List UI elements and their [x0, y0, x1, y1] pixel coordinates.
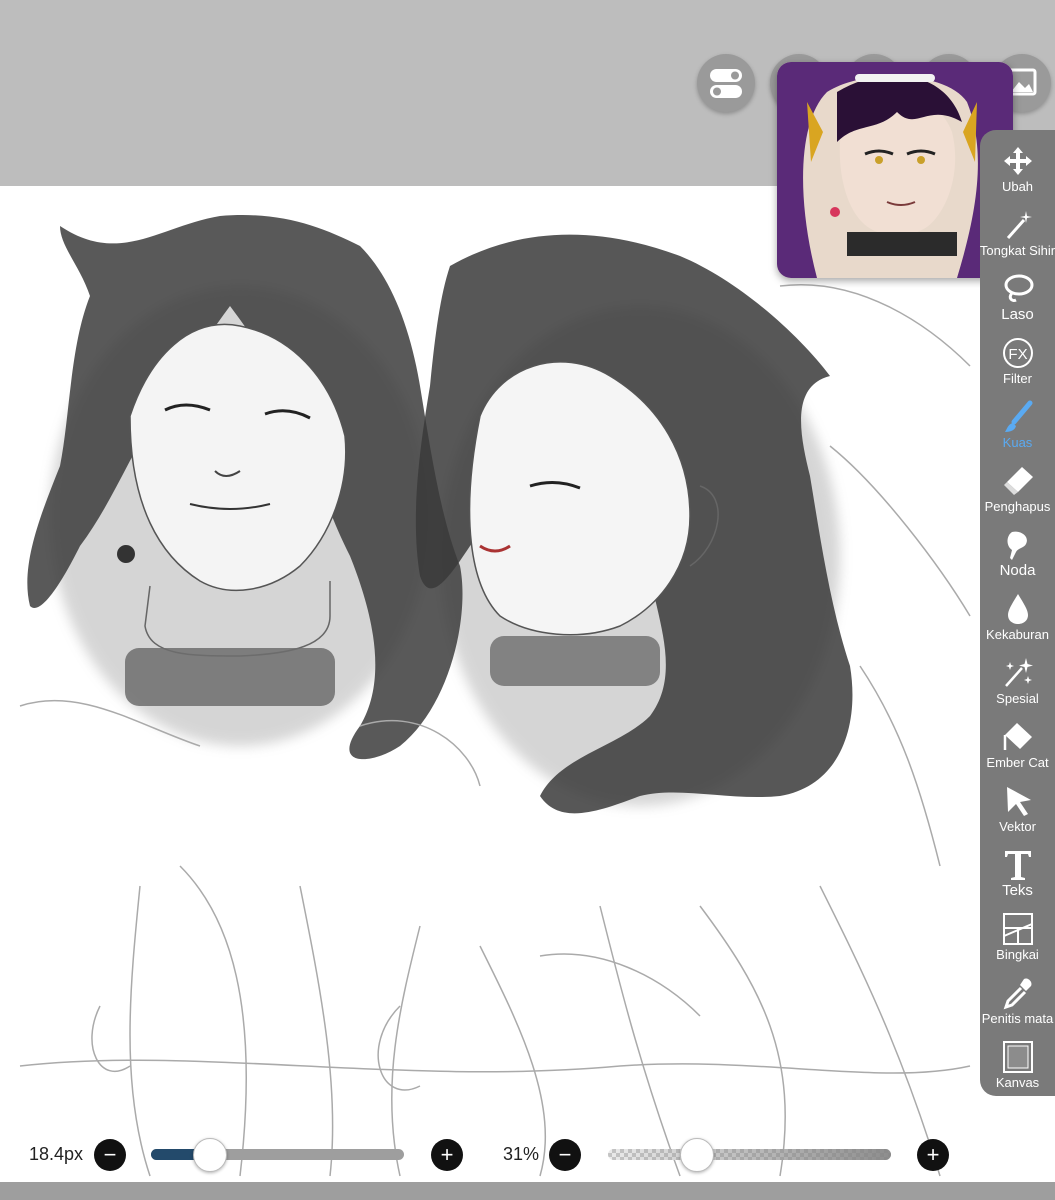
magic-wand-icon	[1006, 211, 1032, 239]
fx-icon: FX	[1003, 338, 1033, 368]
paint-bucket-icon	[1003, 723, 1032, 750]
tool-label: Spesial	[996, 691, 1039, 706]
tool-lasso[interactable]: Laso	[980, 270, 1055, 332]
svg-text:FX: FX	[1008, 346, 1027, 363]
droplet-icon	[1008, 594, 1028, 624]
eraser-icon	[1004, 467, 1033, 495]
cursor-arrow-icon	[1007, 787, 1031, 816]
bottom-strip	[0, 1182, 1055, 1200]
tool-magic-wand[interactable]: Tongkat Sihir	[980, 206, 1055, 268]
eyedropper-icon	[1003, 978, 1032, 1010]
tool-label: Tongkat Sihir	[979, 243, 1055, 258]
reference-window-handle[interactable]	[855, 74, 935, 82]
move-arrows-icon	[1004, 147, 1032, 175]
brush-icon	[1005, 400, 1033, 432]
opacity-value: 31%	[503, 1144, 540, 1164]
tool-canvas[interactable]: Kanvas	[980, 1038, 1055, 1100]
tool-smudge[interactable]: Noda	[980, 526, 1055, 588]
tool-special[interactable]: Spesial	[980, 654, 1055, 716]
tool-transform[interactable]: Ubah	[980, 142, 1055, 204]
smudge-icon	[1007, 531, 1027, 560]
brush-size-plus-button[interactable]: +	[431, 1139, 463, 1171]
tool-blur[interactable]: Kekaburan	[980, 590, 1055, 652]
tool-label: Ubah	[1001, 179, 1034, 194]
brush-size-minus-button[interactable]: −	[94, 1139, 126, 1171]
tool-label: Penitis mata	[981, 1011, 1054, 1026]
tool-label: Kuas	[1002, 435, 1033, 450]
tool-label: Filter	[1003, 371, 1032, 386]
settings-toggle-button[interactable]	[697, 54, 755, 112]
opacity-slider[interactable]	[608, 1149, 891, 1160]
tool-label: Bingkai	[996, 947, 1039, 962]
brush-size-value: 18.4px	[29, 1144, 84, 1164]
tool-bucket[interactable]: Ember Cat	[980, 718, 1055, 780]
brush-size-slider[interactable]	[151, 1149, 404, 1160]
frame-icon	[1003, 913, 1033, 945]
tool-eraser[interactable]: Penghapus	[980, 462, 1055, 524]
tool-label: Laso	[1001, 307, 1034, 323]
opacity-thumb[interactable]	[679, 1138, 714, 1172]
opacity-plus-button[interactable]: +	[917, 1139, 949, 1171]
tool-frame[interactable]: Bingkai	[980, 910, 1055, 972]
opacity-gradient	[608, 1149, 891, 1160]
toggle-switch-icon	[710, 69, 742, 98]
tool-eyedropper[interactable]: Penitis mata	[980, 974, 1055, 1036]
canvas-icon	[1003, 1041, 1033, 1073]
sketch-artwork	[19, 215, 971, 1177]
tool-label: Penghapus	[984, 499, 1051, 514]
tool-brush[interactable]: Kuas	[980, 398, 1055, 460]
tool-filter[interactable]: FX Filter	[980, 334, 1055, 396]
tool-label: Noda	[999, 563, 1036, 579]
brush-size-thumb[interactable]	[193, 1138, 228, 1172]
tool-label: Teks	[1002, 883, 1033, 899]
drawing-canvas[interactable]	[0, 186, 1055, 1182]
tool-label: Ember Cat	[986, 755, 1049, 770]
tool-label: Kanvas	[995, 1075, 1040, 1090]
lasso-icon	[1004, 274, 1034, 302]
tool-vector[interactable]: Vektor	[980, 782, 1055, 844]
opacity-minus-button[interactable]: −	[549, 1139, 581, 1171]
tool-text[interactable]: Teks	[980, 846, 1055, 908]
tool-label: Kekaburan	[986, 627, 1049, 642]
sparkle-icon	[1005, 658, 1033, 687]
text-t-icon	[1005, 851, 1031, 880]
toolbox: Ubah Tongkat Sihir Laso FX Filter Kuas P…	[980, 130, 1055, 1096]
tool-label: Vektor	[999, 819, 1036, 834]
